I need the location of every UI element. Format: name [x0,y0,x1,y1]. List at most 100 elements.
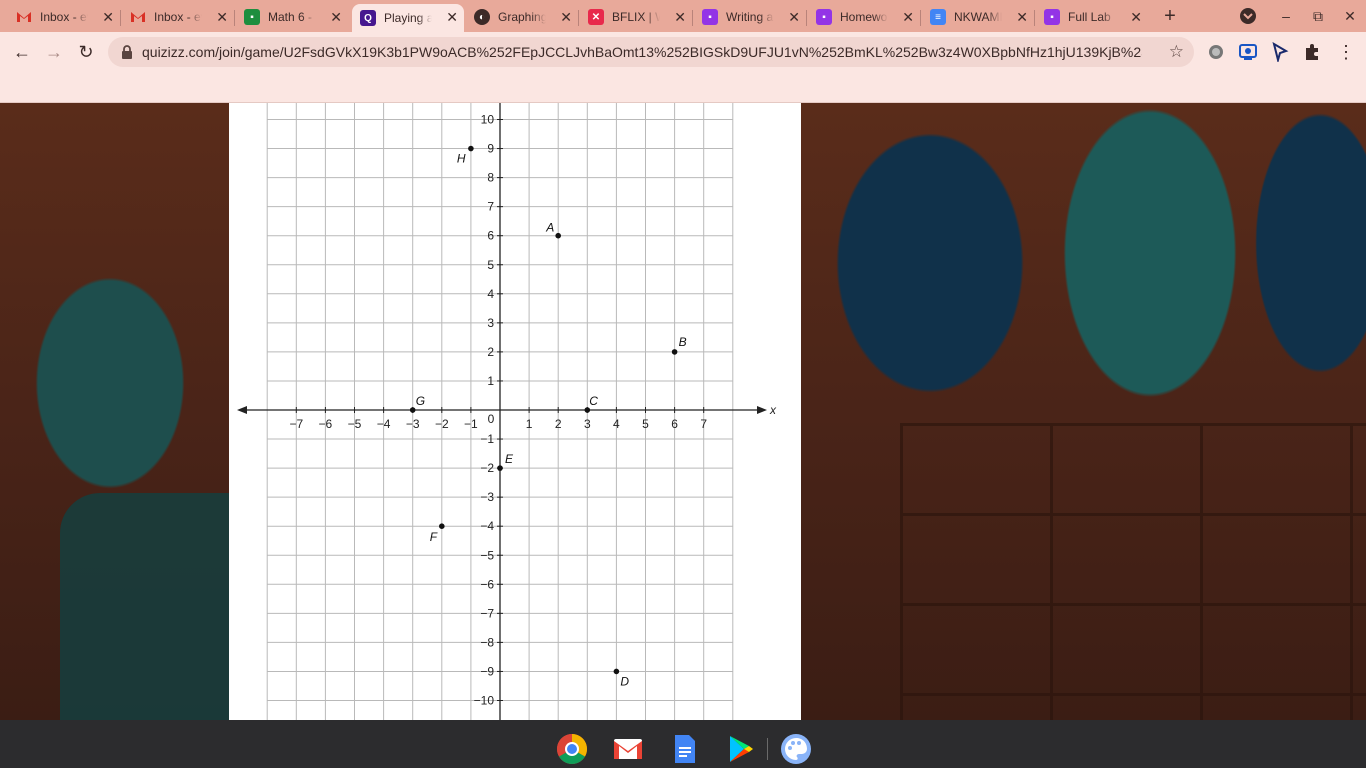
y-tick-label: −5 [480,548,494,562]
x-tick-label: −1 [464,417,478,431]
close-tab-icon[interactable]: ✕ [560,9,572,25]
tab-graphing[interactable]: ◐ Graphing ✕ [466,4,579,30]
bookmark-star-icon[interactable]: ☆ [1169,42,1184,62]
y-tick-label: −1 [480,432,494,446]
screencast-icon[interactable] [1238,42,1258,62]
y-tick-label: 3 [487,316,494,330]
play-store-icon[interactable] [724,733,756,765]
y-tick-label: −8 [480,635,494,649]
close-window-icon[interactable]: ✕ [1340,6,1360,26]
x-axis-arrow-left [237,406,247,414]
menu-kebab-icon[interactable]: ⋮ [1334,40,1358,64]
tab-search-icon[interactable] [1238,6,1258,26]
cursor-extension-icon[interactable] [1270,42,1290,62]
docs-icon[interactable] [668,733,700,765]
y-tick-label: 9 [487,142,494,156]
point-label-f: F [430,530,438,544]
point-label-d: D [620,674,629,688]
quizizz-icon: Q [360,10,376,26]
tab-homework[interactable]: ▪ Homewo ✕ [808,4,921,30]
close-tab-icon[interactable]: ✕ [102,9,114,25]
x-tick-label: −6 [319,417,333,431]
x-tick-label: −5 [348,417,362,431]
x-tick-label: 3 [584,417,591,431]
palette-icon[interactable] [780,733,812,765]
close-tab-icon[interactable]: ✕ [1016,9,1028,25]
point-f [439,523,445,529]
classroom-icon: ▪ [244,9,260,25]
tab-gmail-2[interactable]: Inbox - ev ✕ [122,4,235,30]
close-tab-icon[interactable]: ✕ [902,9,914,25]
extensions-puzzle-icon[interactable] [1302,42,1322,62]
tab-title: NKWAMI [954,10,1002,24]
tab-full-lab[interactable]: ▪ Full Lab ✕ [1036,4,1148,30]
y-tick-label: −3 [480,490,494,504]
address-bar[interactable]: quizizz.com/join/game/U2FsdGVkX19K3b1PW9… [108,37,1194,67]
new-tab-icon[interactable]: + [1160,6,1180,26]
y-tick-label: 6 [487,229,494,243]
reload-icon[interactable]: ↻ [74,40,98,64]
y-tick-label: 4 [487,287,494,301]
extension-circle-icon[interactable] [1206,42,1226,62]
x-axis-label: x [769,403,777,417]
close-tab-icon[interactable]: ✕ [788,9,800,25]
tab-title: Inbox - ev [154,10,202,24]
gmail-icon[interactable] [612,733,644,765]
quizizz-game-page: x −7 −6 −5 −4 −3 −2 −1 0 1 2 3 4 5 6 7 10 9 8 7 6 5 4 3 2 1 −1 −2… [0,103,1366,720]
classroom-icon: ▪ [1044,9,1060,25]
chrome-icon[interactable] [556,733,588,765]
close-tab-icon[interactable]: ✕ [674,9,686,25]
point-label-b: B [679,335,687,349]
tab-writing[interactable]: ▪ Writing a ✕ [694,4,807,30]
tab-title: Playing a [384,11,432,25]
point-label-c: C [589,394,598,408]
tab-title: BFLIX | W [612,10,660,24]
point-a [555,232,561,239]
x-tick-label: −4 [377,417,391,431]
back-icon[interactable]: ← [10,40,34,64]
close-tab-icon[interactable]: ✕ [330,9,342,25]
y-tick-label: 8 [487,171,494,185]
coordinate-plane: x −7 −6 −5 −4 −3 −2 −1 0 1 2 3 4 5 6 7 10987654321−1−2… [237,103,777,720]
question-image-panel: x −7 −6 −5 −4 −3 −2 −1 0 1 2 3 4 5 6 7 10 9 8 7 6 5 4 3 2 1 −1 −2… [229,103,801,720]
tab-bflix[interactable]: ✕ BFLIX | W ✕ [580,4,693,30]
restore-icon[interactable]: ⧉ [1308,6,1328,26]
tab-gmail-1[interactable]: Inbox - ev ✕ [8,4,121,30]
close-tab-icon[interactable]: ✕ [216,9,228,25]
point-label-a: A [545,221,554,235]
point-g [409,407,416,413]
graph-icon: ◐ [474,9,490,25]
forward-icon[interactable]: → [42,40,66,64]
minimize-icon[interactable]: – [1276,6,1296,26]
close-tab-icon[interactable]: ✕ [446,9,458,25]
tab-math[interactable]: ▪ Math 6 - F ✕ [236,4,348,30]
point-b [671,349,678,355]
point-label-e: E [505,452,514,466]
x-tick-label: −7 [289,417,303,431]
y-tick-label: 5 [487,258,494,272]
gmail-icon [16,9,32,25]
x-tick-label: 5 [642,417,649,431]
tab-strip: Inbox - ev ✕ Inbox - ev ✕ ▪ Math 6 - F ✕… [0,0,1366,32]
y-tick-label: −2 [480,461,494,475]
y-tick-label: −10 [474,694,495,708]
shelf-separator [767,738,768,760]
classroom-icon: ▪ [816,9,832,25]
x-tick-label: 2 [555,417,562,431]
bflix-icon: ✕ [588,9,604,25]
tab-title: Full Lab [1068,10,1111,24]
url-text[interactable]: quizizz.com/join/game/U2FsdGVkX19K3b1PW9… [142,44,1142,60]
x-tick-label: 7 [700,417,707,431]
lock-icon [122,45,132,59]
tab-quizizz-active[interactable]: Q Playing a ✕ [352,4,464,32]
point-label-g: G [416,394,425,408]
y-tick-label: −4 [480,519,494,533]
y-tick-label: 2 [487,345,494,359]
close-tab-icon[interactable]: ✕ [1130,9,1142,25]
tab-nkwami[interactable]: ≡ NKWAMI ✕ [922,4,1035,30]
axes: x [237,103,777,720]
browser-toolbar: ← → ↻ quizizz.com/join/game/U2FsdGVkX19K… [0,32,1366,72]
point-c [584,407,591,413]
point-label-h: H [457,152,466,166]
y-tick-label: 1 [487,374,494,388]
